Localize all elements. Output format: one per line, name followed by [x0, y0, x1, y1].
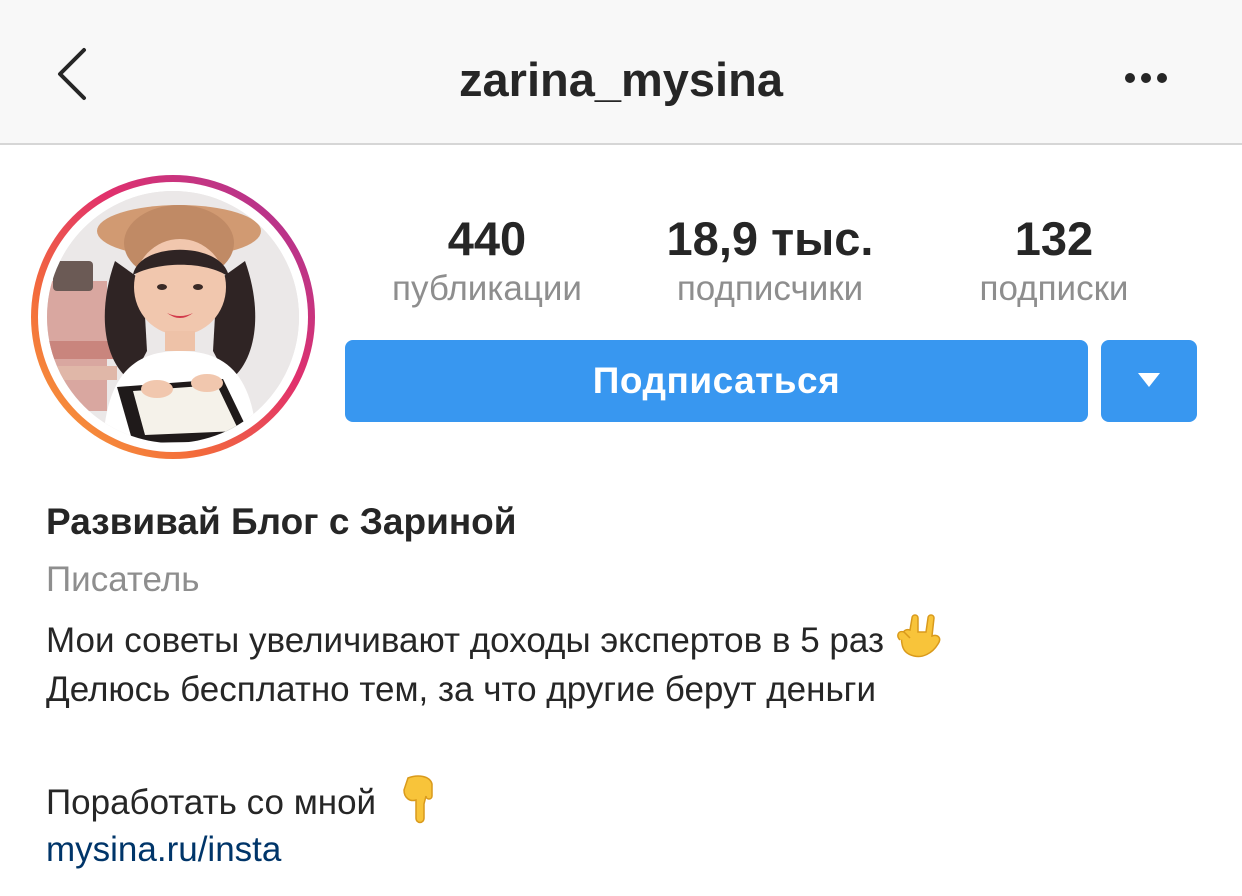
triangle-down-icon [1138, 373, 1160, 387]
bio-line-1: Мои советы увеличивают доходы экспертов … [46, 614, 944, 671]
follow-button[interactable]: Подписаться [345, 340, 1088, 422]
profile-photo [47, 191, 299, 443]
pointing-down-hand-emoji [398, 774, 438, 835]
posts-label: публикации [392, 269, 582, 308]
bio-line-3-text: Поработать со мной [46, 782, 377, 822]
following-label: подписки [979, 269, 1129, 308]
posts-stat[interactable]: 440 публикации [375, 210, 599, 310]
avatar[interactable] [47, 191, 299, 443]
profile-username-title: zarina_mysina [459, 53, 783, 106]
bio-line-2: Делюсь бесплатно тем, за что другие беру… [46, 670, 877, 709]
bio-line-1-text: Мои советы увеличивают доходы экспертов … [46, 620, 885, 660]
following-stat[interactable]: 132 подписки [958, 210, 1150, 310]
more-options-button[interactable] [1118, 60, 1174, 96]
profile-full-name: Развивай Блог с Зариной [46, 501, 517, 542]
top-navigation-bar: zarina_mysina [0, 0, 1242, 145]
bio-line-3: Поработать со мной [46, 774, 438, 835]
followers-label: подписчики [676, 269, 864, 308]
followers-count: 18,9 тыс. [666, 212, 874, 265]
followers-stat[interactable]: 18,9 тыс. подписчики [650, 210, 890, 310]
suggested-accounts-dropdown-button[interactable] [1101, 340, 1197, 422]
story-ring[interactable] [31, 175, 315, 459]
more-horizontal-icon [1125, 73, 1167, 83]
following-count: 132 [1014, 212, 1094, 265]
profile-category: Писатель [46, 560, 200, 599]
rock-on-hand-emoji [894, 614, 944, 671]
bio-website-link[interactable]: mysina.ru/insta [46, 828, 281, 872]
posts-count: 440 [447, 212, 527, 265]
